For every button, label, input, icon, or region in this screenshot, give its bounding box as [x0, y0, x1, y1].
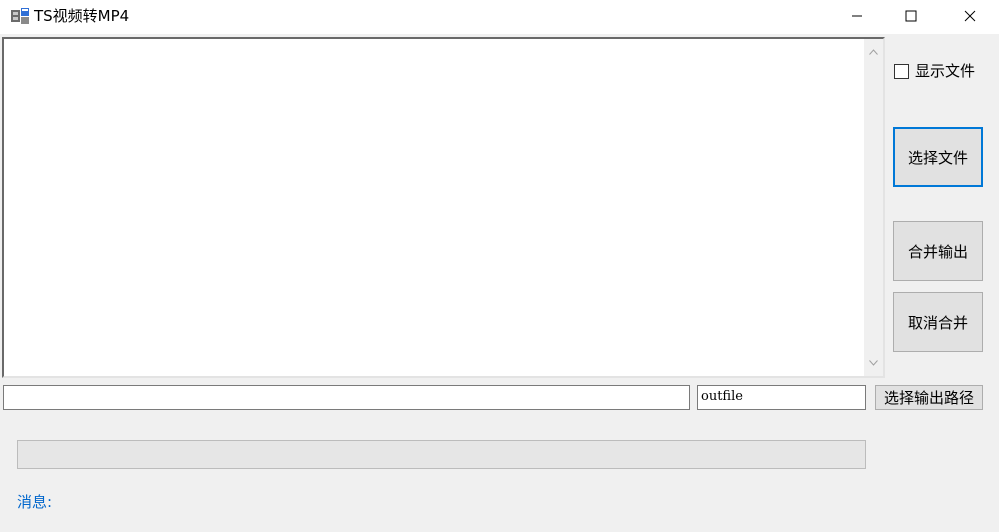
file-list-scrollbar[interactable]: [864, 39, 883, 376]
close-button[interactable]: [947, 0, 993, 32]
output-path-input[interactable]: [3, 385, 690, 410]
output-filename-input[interactable]: outfile: [697, 385, 866, 410]
file-list-content[interactable]: [4, 39, 863, 376]
message-label: 消息:: [17, 493, 53, 511]
checkbox-box[interactable]: [894, 63, 909, 79]
merge-output-button[interactable]: 合并输出: [893, 221, 983, 281]
select-files-button[interactable]: 选择文件: [893, 127, 983, 187]
minimize-icon: [852, 15, 862, 17]
maximize-button[interactable]: [888, 0, 934, 32]
scroll-down-button[interactable]: [864, 354, 883, 372]
close-icon: [964, 10, 976, 22]
file-list[interactable]: [2, 37, 885, 378]
maximize-icon: [905, 10, 917, 22]
chevron-up-icon: [869, 49, 878, 55]
select-output-path-button[interactable]: 选择输出路径: [875, 385, 983, 410]
progress-bar: [17, 440, 866, 469]
cancel-merge-button[interactable]: 取消合并: [893, 292, 983, 352]
show-files-checkbox[interactable]: 显示文件: [894, 61, 975, 81]
title-bar: TS视频转MP4: [0, 0, 999, 34]
chevron-down-icon: [869, 360, 878, 366]
app-icon: [11, 8, 29, 24]
show-files-label: 显示文件: [915, 62, 976, 80]
scroll-up-button[interactable]: [864, 43, 883, 61]
minimize-button[interactable]: [834, 0, 880, 32]
window-title: TS视频转MP4: [34, 7, 130, 25]
